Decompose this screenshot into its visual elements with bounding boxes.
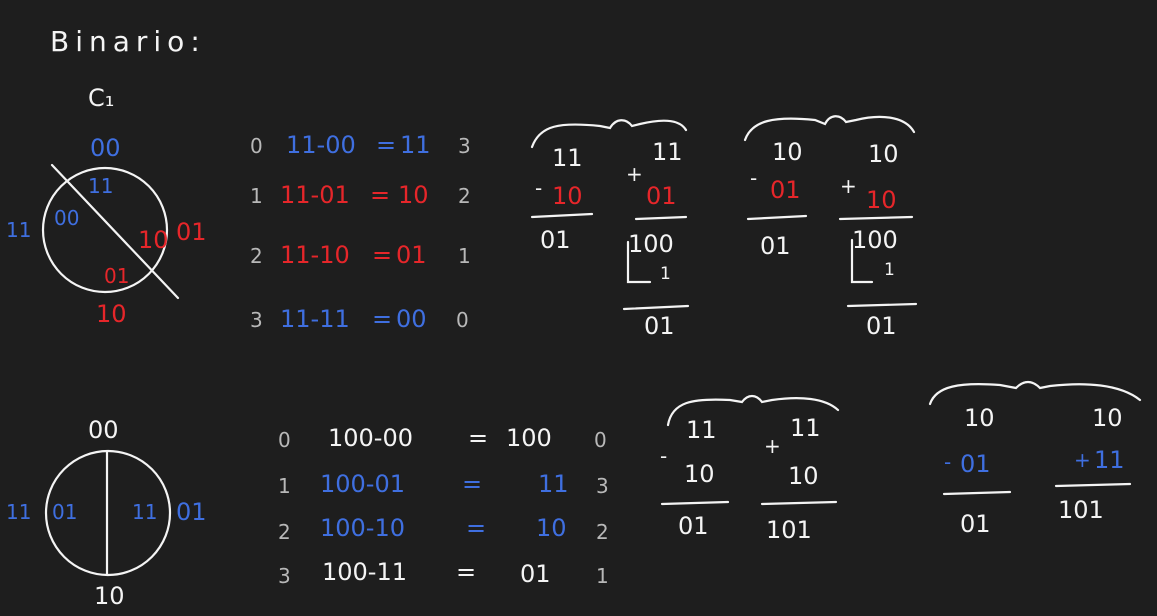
circle-1-bottom-label: 10 xyxy=(96,300,127,328)
circle-2-left-label: 11 xyxy=(6,500,32,524)
circle-2-inner-left: 01 xyxy=(52,500,78,524)
row-expression: 100-01 xyxy=(320,470,406,498)
row-complement: 0 xyxy=(456,308,469,332)
carry-value: 1 xyxy=(660,264,671,284)
row-complement: 2 xyxy=(596,520,609,544)
add-operand: 10 xyxy=(868,140,899,168)
add-final: 01 xyxy=(644,312,675,340)
row-expression: 100-10 xyxy=(320,514,406,542)
circle-1-inner-left: 00 xyxy=(54,206,80,230)
row-expression: 11-01 xyxy=(280,181,350,209)
plus-sign: + xyxy=(840,174,857,198)
row-index: 1 xyxy=(250,184,263,208)
row-equals: = xyxy=(462,470,483,498)
sub-minuend: 11 xyxy=(552,144,583,172)
add-operand-2: 10 xyxy=(788,462,819,490)
circle-1-inner-right: 10 xyxy=(138,226,169,254)
row-result: 100 xyxy=(506,424,552,452)
add-operand: 11 xyxy=(652,138,683,166)
row-index: 3 xyxy=(250,308,263,332)
add-operand: 11 xyxy=(790,414,821,442)
circle-1-left-label: 11 xyxy=(6,218,32,242)
sub-subtrahend: 10 xyxy=(684,460,715,488)
row-complement: 3 xyxy=(458,134,471,158)
circle-1-right-label: 01 xyxy=(176,218,207,246)
plus-sign: + xyxy=(764,434,781,458)
row-result: 11 xyxy=(400,131,431,159)
circle-2-top-label: 00 xyxy=(88,416,119,444)
row-expression: 11-10 xyxy=(280,241,350,269)
add-operand: 10 xyxy=(1092,404,1123,432)
row-expression: 100-11 xyxy=(322,558,408,586)
add-operand-2: 01 xyxy=(646,182,677,210)
row-result: 11 xyxy=(538,470,569,498)
row-equals: = xyxy=(372,241,393,269)
sub-result: 01 xyxy=(678,512,709,540)
row-complement: 0 xyxy=(594,428,607,452)
row-complement: 2 xyxy=(458,184,471,208)
add-final: 01 xyxy=(866,312,897,340)
row-equals: = xyxy=(372,305,393,333)
row-equals: = xyxy=(456,558,477,586)
add-result: 101 xyxy=(1058,496,1104,524)
sub-subtrahend: 01 xyxy=(770,176,801,204)
row-index: 0 xyxy=(250,134,263,158)
row-equals: = xyxy=(370,181,391,209)
row-equals: = xyxy=(376,131,397,159)
circle-1-inner-bottom: 01 xyxy=(104,264,130,288)
minus-sign: - xyxy=(944,450,952,474)
whiteboard-canvas[interactable]: Binario: C₁ 00 11 01 10 11 00 10 01 00 1… xyxy=(0,0,1157,616)
carry-value: 1 xyxy=(884,260,895,280)
circle-2-right-label: 01 xyxy=(176,498,207,526)
row-complement: 1 xyxy=(596,564,609,588)
sub-result: 01 xyxy=(540,226,571,254)
circle-1-inner-top: 11 xyxy=(88,174,114,198)
circle-2-inner-right: 11 xyxy=(132,500,158,524)
page-subtitle: C₁ xyxy=(88,84,115,112)
brace-top-b xyxy=(743,115,916,142)
add-operand-2: 10 xyxy=(866,186,897,214)
plus-sign: + xyxy=(626,162,643,186)
row-result: 01 xyxy=(396,241,427,269)
add-result: 100 xyxy=(628,230,674,258)
row-result: 00 xyxy=(396,305,427,333)
brace-bottom-b xyxy=(928,380,1142,406)
circle-1-top-label: 00 xyxy=(90,134,121,162)
row-equals: = xyxy=(468,424,489,452)
minus-sign: - xyxy=(750,166,758,190)
row-index: 2 xyxy=(250,244,263,268)
line-1 xyxy=(530,212,594,219)
sub-result: 01 xyxy=(760,232,791,260)
row-result: 01 xyxy=(520,560,551,588)
minus-sign: - xyxy=(660,444,668,468)
row-complement: 1 xyxy=(458,244,471,268)
row-expression: 11-11 xyxy=(280,305,350,333)
sub-minuend: 10 xyxy=(964,404,995,432)
row-equals: = xyxy=(466,514,487,542)
row-index: 2 xyxy=(278,520,291,544)
row-expression: 11-00 xyxy=(286,131,356,159)
row-index: 1 xyxy=(278,474,291,498)
row-result: 10 xyxy=(536,514,567,542)
add-result: 101 xyxy=(766,516,812,544)
row-index: 3 xyxy=(278,564,291,588)
row-complement: 3 xyxy=(596,474,609,498)
row-result: 10 xyxy=(398,181,429,209)
page-title: Binario: xyxy=(50,25,206,58)
plus-sign: + xyxy=(1074,448,1091,472)
row-index: 0 xyxy=(278,428,291,452)
row-expression: 100-00 xyxy=(328,424,414,452)
sub-result: 01 xyxy=(960,510,991,538)
add-operand-2: 11 xyxy=(1094,446,1125,474)
add-result: 100 xyxy=(852,226,898,254)
sub-subtrahend: 10 xyxy=(552,182,583,210)
minus-sign: - xyxy=(535,176,543,200)
sub-minuend: 11 xyxy=(686,416,717,444)
sub-minuend: 10 xyxy=(772,138,803,166)
circle-2-bottom-label: 10 xyxy=(94,582,125,610)
sub-subtrahend: 01 xyxy=(960,450,991,478)
